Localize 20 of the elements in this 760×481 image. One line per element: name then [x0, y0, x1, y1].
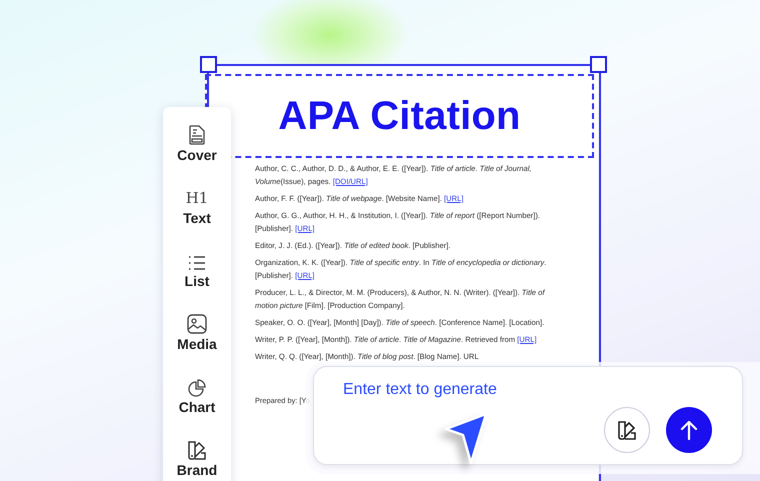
brand-button[interactable] — [604, 407, 650, 453]
send-button[interactable] — [666, 407, 712, 453]
resize-handle[interactable] — [590, 56, 607, 73]
arrow-up-icon — [680, 420, 698, 440]
heading-icon: H1 — [186, 188, 208, 208]
document-icon — [188, 125, 206, 145]
swatch-icon — [186, 440, 207, 460]
sidebar-item[interactable]: Cover — [177, 115, 217, 163]
sidebar-item[interactable]: Brand — [176, 430, 218, 478]
prompt-input[interactable]: Enter text to generate — [343, 381, 603, 399]
sidebar-item[interactable]: List — [184, 241, 210, 289]
pie-chart-icon — [188, 379, 206, 397]
sidebar-item[interactable]: Media — [177, 304, 217, 352]
sidebar-item[interactable]: Chart — [178, 367, 216, 415]
document-title: APA Citation — [278, 94, 521, 138]
list-icon — [188, 255, 206, 271]
image-icon — [187, 314, 207, 334]
sidebar-item[interactable]: H1 Text — [183, 178, 211, 226]
resize-handle[interactable] — [200, 56, 217, 73]
swatch-icon — [617, 420, 637, 440]
